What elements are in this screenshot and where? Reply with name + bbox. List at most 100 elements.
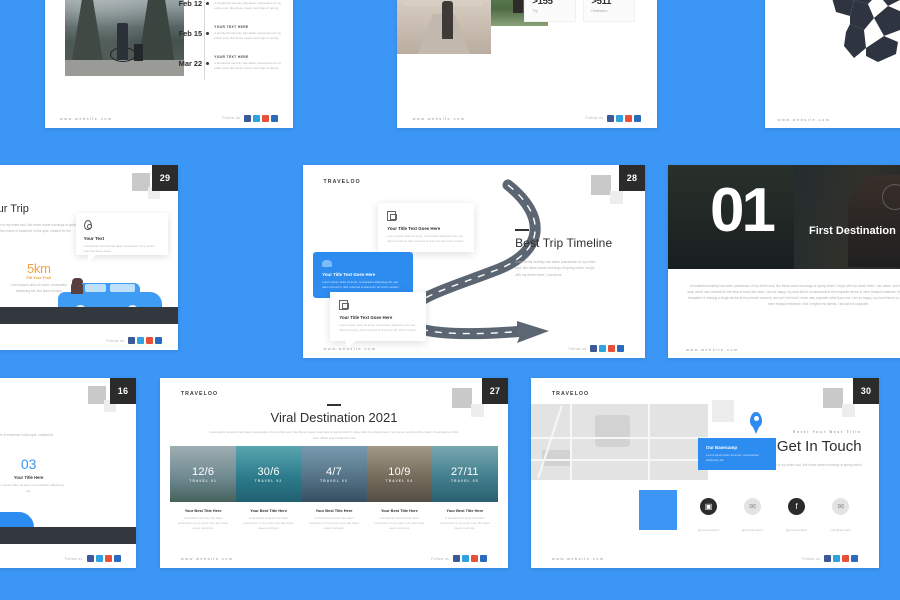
twitter-icon[interactable] — [95, 555, 103, 563]
germany-map-icon[interactable] — [786, 0, 900, 68]
step-body: Lorem ipsum dolor sit amet consectetuer … — [0, 483, 64, 493]
facebook-icon[interactable] — [244, 114, 252, 122]
location-pin-icon — [83, 220, 92, 230]
linkedin-icon[interactable] — [271, 114, 279, 122]
slide-footer: www.website.com Follow us — [531, 555, 879, 563]
twitter-icon[interactable] — [137, 337, 145, 345]
title-rule — [515, 229, 530, 231]
twitter-icon[interactable] — [833, 555, 841, 563]
destination-tile[interactable]: 27/11 TRAVEL 05 — [432, 446, 498, 502]
step-block: 03 Your Title Here Lorem ipsum dolor sit… — [0, 456, 65, 494]
footer-social-bar[interactable]: Follow us — [569, 345, 625, 353]
slide-footer: www.website.com Follow us — [397, 114, 657, 122]
website-url: www.website.com — [551, 556, 605, 562]
card-title: Your Title Text Goes Here — [387, 226, 441, 231]
social-account[interactable]: f @youraccount — [776, 498, 818, 536]
map-road — [570, 404, 573, 480]
slide-year-stats[interactable]: 2021 A wonderful serenity has taken poss… — [397, 0, 657, 128]
email-icon[interactable]: ✉ — [832, 498, 850, 515]
facebook-icon[interactable] — [607, 114, 615, 122]
facebook-icon[interactable]: f — [788, 498, 806, 515]
slide-germany-map[interactable]: www.website.com — [765, 0, 900, 128]
slide-footer: www.website.com — [668, 347, 900, 352]
stats-row: >155 Trip >511 Destination — [524, 0, 644, 22]
linkedin-icon[interactable] — [480, 555, 488, 563]
slide-viral-destination[interactable]: TRAVELOO 27 Viral Destination 2021 A won… — [160, 378, 508, 568]
big-number: 01 — [710, 176, 776, 245]
step-number: 03 — [20, 456, 37, 472]
info-bubble[interactable]: Your Text A wonderful serenity has taken… — [75, 213, 168, 262]
title-rule — [327, 404, 341, 406]
googleplus-icon[interactable] — [625, 114, 633, 122]
googleplus-icon[interactable] — [471, 555, 479, 563]
desc-title: Your Best Title Here — [315, 508, 353, 513]
footer-social-bar[interactable]: Follow us — [65, 555, 121, 563]
photo-rider — [117, 23, 128, 60]
slide-idea-for-your-trip[interactable]: 29 Idea For Your Trip A wonderful sereni… — [0, 165, 178, 350]
timeline-row[interactable]: Feb 15 YOUR TEXT HERE A wonderful sereni… — [169, 22, 283, 52]
tile-tag: TRAVEL 05 — [450, 478, 479, 483]
social-account[interactable]: ✉ @youraccount — [732, 498, 774, 536]
slide-first-destination[interactable]: 01 First Destination A wonderful serenit… — [668, 165, 900, 358]
stat-label: Trip — [532, 8, 538, 13]
footer-social-bar[interactable]: Follow us — [222, 114, 279, 122]
website-url: www.website.com — [412, 115, 466, 121]
destination-tile[interactable]: 30/6 TRAVEL 02 — [235, 446, 302, 502]
googleplus-icon[interactable] — [104, 555, 112, 563]
slide-infographic[interactable]: 16 Infographic spring which I enjoy with… — [0, 378, 136, 568]
timeline-row[interactable]: Mar 22 YOUR TEXT HERE A wonderful sereni… — [169, 52, 283, 82]
slide-best-trip-timeline[interactable]: TRAVELOO 28 Your Title Text Goes Here Lo… — [303, 165, 645, 358]
map-road — [537, 405, 563, 479]
destination-tile[interactable]: 4/7 TRAVEL 03 — [301, 446, 367, 502]
page-title: Best Trip Timeline — [515, 236, 613, 250]
facebook-icon[interactable] — [128, 337, 136, 345]
timeline-date: Feb 12 — [178, 0, 203, 8]
linkedin-icon[interactable] — [617, 345, 625, 353]
stat-card[interactable]: >511 Destination — [583, 0, 636, 22]
social-account[interactable]: ✉ your@account — [820, 498, 862, 536]
brand-logo: TRAVELOO — [180, 391, 219, 398]
facebook-icon[interactable] — [86, 555, 94, 563]
facebook-icon[interactable] — [453, 555, 461, 563]
googleplus-icon[interactable] — [842, 555, 850, 563]
social-account[interactable]: ▣ @youraccount — [688, 498, 730, 536]
timeline-body: A wonderful serenity has taken possessio… — [214, 61, 281, 71]
footer-social-bar[interactable]: Follow us — [802, 555, 859, 563]
map-image[interactable] — [531, 404, 709, 480]
timeline-heading: YOUR TEXT HERE — [214, 25, 249, 29]
linkedin-icon[interactable] — [113, 555, 121, 563]
photo-person — [441, 0, 454, 40]
timeline-card[interactable]: Your Title Text Goes Here Lorem ipsum do… — [378, 203, 475, 261]
twitter-icon[interactable] — [462, 555, 470, 563]
map-pin-icon[interactable] — [750, 412, 763, 434]
page-title: Idea For Your Trip — [0, 203, 29, 215]
stat-card[interactable]: >155 Trip — [524, 0, 577, 22]
twitter-icon[interactable] — [616, 114, 624, 122]
hero-photo — [64, 0, 184, 76]
twitter-icon[interactable] — [599, 345, 607, 353]
linkedin-icon[interactable] — [155, 337, 163, 345]
timeline-card[interactable]: Your Title Text Goes Here Lorem ipsum do… — [330, 292, 427, 350]
linkedin-icon[interactable] — [851, 555, 859, 563]
slide-trip-timeline[interactable]: YOUR TEXT Jan 05 A wonderful serenity ha… — [45, 0, 293, 128]
googleplus-icon[interactable] — [608, 345, 616, 353]
timeline-row[interactable]: Feb 12 YOUR TEXT HERE A wonderful sereni… — [169, 0, 283, 22]
footer-social-bar[interactable]: Follow us — [431, 555, 488, 563]
facebook-icon[interactable] — [590, 345, 598, 353]
destination-tile[interactable]: 12/6 TRAVEL 01 — [170, 446, 236, 502]
footer-social-bar[interactable]: Follow us — [585, 114, 642, 122]
slide-footer: www.website.com Follow us — [45, 114, 293, 122]
basecamp-callout[interactable]: Our Basecamp Lorem ipsum dolor sit amet,… — [698, 438, 777, 471]
footer-social-bar[interactable]: Follow us — [106, 337, 163, 345]
twitter-icon[interactable]: ✉ — [744, 498, 762, 515]
destination-tile[interactable]: 10/9 TRAVEL 04 — [366, 446, 433, 502]
metric-label: Fill Your Fuel — [26, 275, 52, 280]
desc-body: A wonderful serenity has taken possessio… — [374, 516, 425, 531]
twitter-icon[interactable] — [253, 114, 261, 122]
slide-get-in-touch[interactable]: TRAVELOO 30 Our Basecamp Lorem ipsum dol… — [531, 378, 879, 568]
googleplus-icon[interactable] — [146, 337, 154, 345]
linkedin-icon[interactable] — [634, 114, 642, 122]
googleplus-icon[interactable] — [262, 114, 270, 122]
facebook-icon[interactable] — [824, 555, 832, 563]
instagram-icon[interactable]: ▣ — [699, 498, 717, 515]
